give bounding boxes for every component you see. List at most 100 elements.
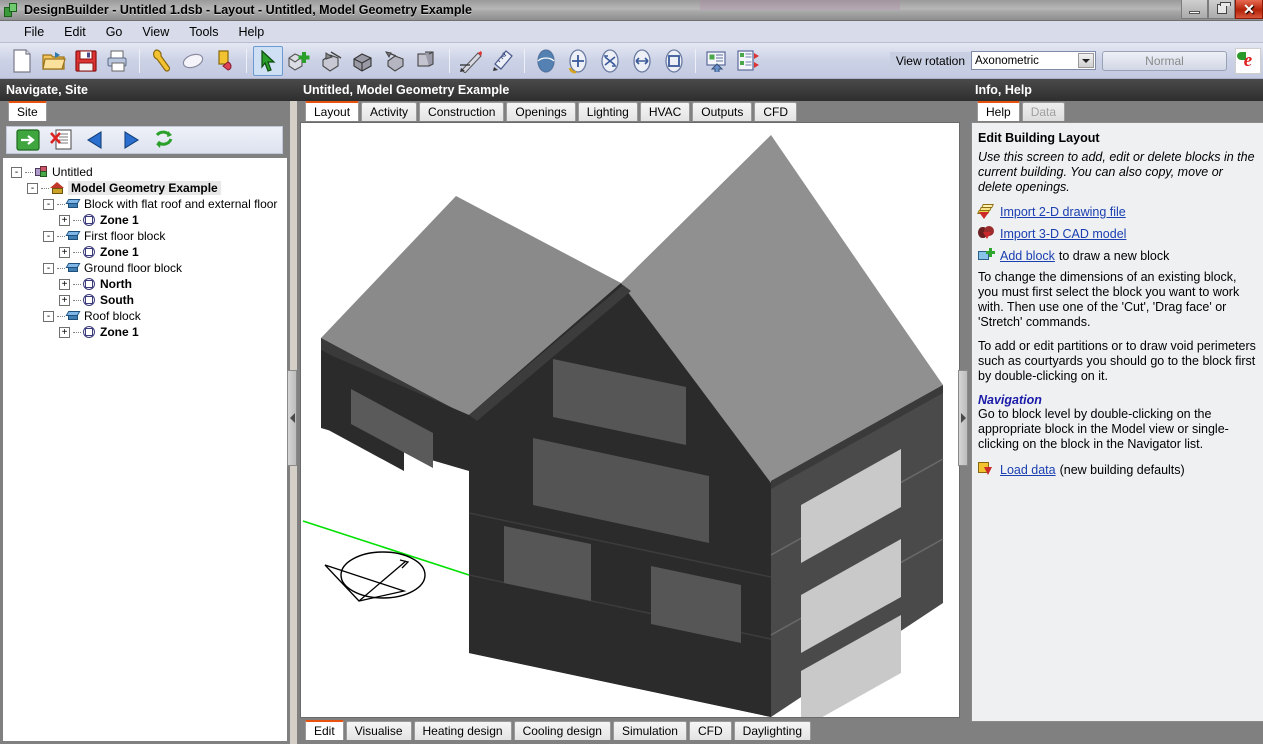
tab-help[interactable]: Help xyxy=(977,101,1020,121)
tree-expander[interactable]: + xyxy=(59,326,70,338)
stretch-icon[interactable] xyxy=(381,46,411,76)
tab-outputs[interactable]: Outputs xyxy=(692,102,753,121)
draw-line-icon[interactable] xyxy=(456,46,486,76)
tree-expander[interactable]: - xyxy=(11,166,22,178)
tab-heating-design[interactable]: Heating design xyxy=(413,721,512,740)
minimize-button[interactable] xyxy=(1181,0,1208,19)
menu-view[interactable]: View xyxy=(132,23,179,41)
tab-activity[interactable]: Activity xyxy=(361,102,418,121)
tab-simulation[interactable]: Simulation xyxy=(612,721,687,740)
tree-expander[interactable]: + xyxy=(59,294,70,306)
print-icon[interactable] xyxy=(103,46,133,76)
tab-openings[interactable]: Openings xyxy=(506,102,576,121)
tree-expander[interactable]: - xyxy=(43,262,54,274)
tab-construction[interactable]: Construction xyxy=(419,102,505,121)
chevron-down-icon[interactable] xyxy=(1078,53,1094,68)
zoom-extents-icon[interactable] xyxy=(595,46,625,76)
tree-item[interactable]: - First floor block xyxy=(11,228,287,244)
block-icon xyxy=(65,197,81,211)
wrench-icon[interactable] xyxy=(146,46,176,76)
go-to-icon[interactable] xyxy=(13,127,43,153)
tree-expander[interactable]: + xyxy=(59,278,70,290)
forward-arrow-icon[interactable] xyxy=(115,127,145,153)
load-data-link[interactable]: Load data xyxy=(1000,463,1056,477)
tree-expander[interactable]: - xyxy=(43,198,54,210)
tab-daylighting[interactable]: Daylighting xyxy=(733,721,812,740)
export-data-icon[interactable] xyxy=(734,46,764,76)
menu-edit[interactable]: Edit xyxy=(54,23,96,41)
tree-item[interactable]: + Zone 1 xyxy=(11,324,287,340)
menu-file[interactable]: File xyxy=(14,23,54,41)
block-icon xyxy=(65,309,81,323)
tree-connector xyxy=(73,299,81,301)
help-link-add-block[interactable]: Add block to draw a new block xyxy=(978,248,1257,263)
tree-item-label: North xyxy=(100,277,132,291)
tab-hvac[interactable]: HVAC xyxy=(639,102,691,121)
back-arrow-icon[interactable] xyxy=(81,127,111,153)
model-viewport-3d[interactable] xyxy=(300,122,960,718)
new-file-icon[interactable] xyxy=(7,46,37,76)
help-link-import-3d[interactable]: Import 3-D CAD model xyxy=(978,226,1257,241)
menu-go[interactable]: Go xyxy=(96,23,133,41)
maximize-restore-button[interactable] xyxy=(1208,0,1235,19)
tab-edit[interactable]: Edit xyxy=(305,720,344,740)
tree-item[interactable]: + North xyxy=(11,276,287,292)
window-title: DesignBuilder - Untitled 1.dsb - Layout … xyxy=(24,3,472,17)
select-arrow-icon[interactable] xyxy=(253,45,283,76)
zoom-in-icon[interactable] xyxy=(563,46,593,76)
tree-expander[interactable]: - xyxy=(43,310,54,322)
import-2d-drawing-link[interactable]: Import 2-D drawing file xyxy=(1000,205,1126,219)
navigator-tree[interactable]: - Untitled - Model Geometry Example - Block w… xyxy=(2,158,288,742)
right-panel-splitter[interactable] xyxy=(958,370,968,466)
pan-icon[interactable] xyxy=(627,46,657,76)
view-rotation-select[interactable]: Axonometric xyxy=(971,51,1096,70)
help-link-load-data[interactable]: Load data (new building defaults) xyxy=(978,462,1257,477)
normal-button[interactable]: Normal xyxy=(1102,50,1227,71)
tree-item[interactable]: + Zone 1 xyxy=(11,244,287,260)
menu-tools[interactable]: Tools xyxy=(179,23,228,41)
tab-cooling-design[interactable]: Cooling design xyxy=(513,721,611,740)
left-panel-splitter[interactable] xyxy=(287,370,297,466)
import-data-icon[interactable] xyxy=(702,46,732,76)
tree-item[interactable]: - Model Geometry Example xyxy=(11,180,287,196)
eraser-icon[interactable] xyxy=(178,46,208,76)
refresh-icon[interactable] xyxy=(149,127,179,153)
orbit-icon[interactable] xyxy=(531,46,561,76)
tree-item[interactable]: - Untitled xyxy=(11,164,287,180)
import-3d-cad-link[interactable]: Import 3-D CAD model xyxy=(1000,227,1126,241)
tree-item[interactable]: - Ground floor block xyxy=(11,260,287,276)
tree-item[interactable]: - Block with flat roof and external floor xyxy=(11,196,287,212)
help-paragraph-1: To change the dimensions of an existing … xyxy=(978,270,1240,329)
tree-expander[interactable]: - xyxy=(27,182,38,194)
tree-item[interactable]: + South xyxy=(11,292,287,308)
tree-expander[interactable]: + xyxy=(59,246,70,258)
energyplus-e-logo: e xyxy=(1235,47,1261,74)
tab-layout[interactable]: Layout xyxy=(305,101,360,121)
cut-block-icon[interactable] xyxy=(317,46,347,76)
tree-expander[interactable]: - xyxy=(43,230,54,242)
measure-ruler-icon[interactable]: 2 xyxy=(488,46,518,76)
tab-site[interactable]: Site xyxy=(8,101,47,121)
close-button[interactable]: ✕ xyxy=(1235,0,1263,19)
tab-visualise[interactable]: Visualise xyxy=(345,721,412,740)
tree-expander[interactable]: + xyxy=(59,214,70,226)
import-2d-drawing-icon xyxy=(977,204,995,219)
undo-icon[interactable] xyxy=(210,46,240,76)
menu-help[interactable]: Help xyxy=(228,23,274,41)
tab-data[interactable]: Data xyxy=(1021,102,1066,121)
tab-lighting[interactable]: Lighting xyxy=(577,102,638,121)
add-block-link[interactable]: Add block xyxy=(1000,249,1055,263)
clone-block-icon[interactable] xyxy=(413,46,443,76)
drag-face-icon[interactable] xyxy=(349,46,379,76)
tree-item[interactable]: + Zone 1 xyxy=(11,212,287,228)
delete-icon[interactable] xyxy=(47,127,77,153)
tree-item-label: Zone 1 xyxy=(100,245,139,259)
open-folder-icon[interactable] xyxy=(39,46,69,76)
help-link-import-2d[interactable]: Import 2-D drawing file xyxy=(977,204,1257,219)
tree-item[interactable]: - Roof block xyxy=(11,308,287,324)
tab-cfd-bottom[interactable]: CFD xyxy=(688,721,732,740)
add-block-icon[interactable] xyxy=(285,46,315,76)
tab-cfd[interactable]: CFD xyxy=(754,102,797,121)
save-floppy-icon[interactable] xyxy=(71,46,101,76)
zoom-window-icon[interactable] xyxy=(659,46,689,76)
